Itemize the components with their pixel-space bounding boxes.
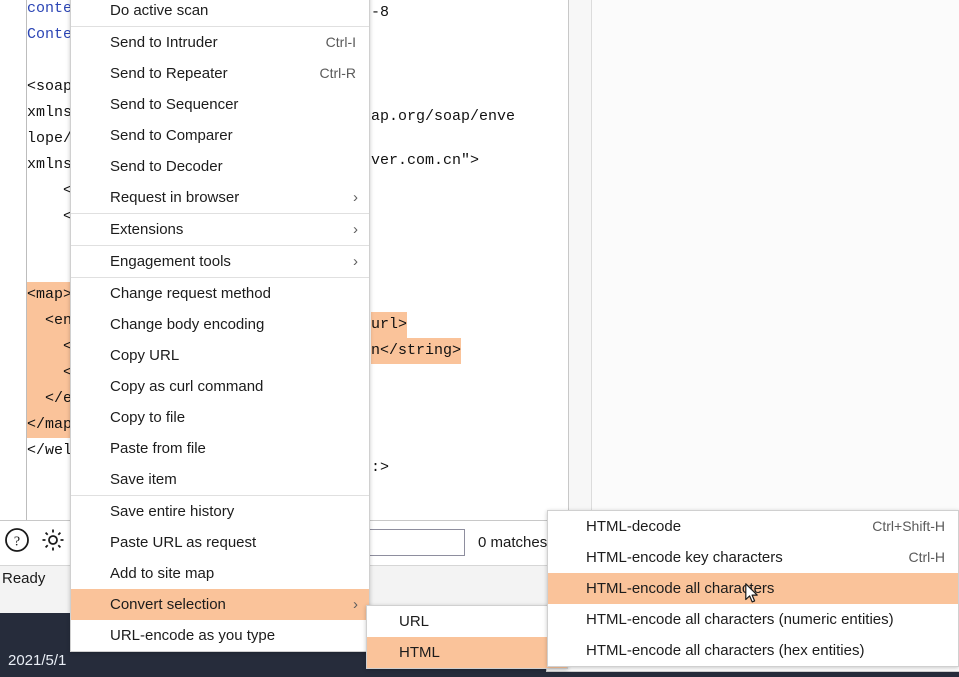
menu-item-paste-from-file[interactable]: Paste from file — [71, 433, 369, 464]
code-fragment: -8 — [371, 0, 389, 26]
menu-item-send-to-intruder[interactable]: Send to Intruder Ctrl-I — [71, 27, 369, 58]
convert-item-html[interactable]: HTML› — [367, 637, 567, 668]
html-item-html-encode-all-characters[interactable]: HTML-encode all characters — [548, 573, 958, 604]
menu-item-label: Save entire history — [110, 503, 234, 520]
code-fragment: :> — [371, 455, 389, 481]
match-count-label: 0 matches — [478, 529, 547, 556]
menu-item-paste-url-as-request[interactable]: Paste URL as request — [71, 527, 369, 558]
right-preview-pane — [569, 0, 959, 520]
menu-item-label: Send to Repeater — [110, 65, 228, 82]
menu-item-engagement-tools[interactable]: Engagement tools › — [71, 246, 369, 277]
menu-item-shortcut: Ctrl-H — [908, 542, 945, 573]
menu-item-send-to-decoder[interactable]: Send to Decoder — [71, 151, 369, 182]
menu-item-request-in-browser[interactable]: Request in browser › — [71, 182, 369, 213]
menu-item-label: Extensions — [110, 221, 183, 238]
menu-item-add-to-site-map[interactable]: Add to site map — [71, 558, 369, 589]
menu-item-label: Send to Intruder — [110, 34, 218, 51]
menu-item-label: HTML-encode all characters (numeric enti… — [586, 611, 894, 628]
chevron-right-icon: › — [353, 589, 358, 620]
menu-item-label: URL-encode as you type — [110, 627, 275, 644]
right-preview-pane-inner — [591, 0, 959, 520]
menu-item-label: Copy as curl command — [110, 378, 263, 395]
html-convert-submenu[interactable]: HTML-decodeCtrl+Shift-HHTML-encode key c… — [547, 510, 959, 667]
menu-item-shortcut: Ctrl-R — [319, 58, 356, 89]
menu-item-do-active-scan[interactable]: Do active scan — [71, 0, 369, 26]
menu-item-label: Copy URL — [110, 347, 179, 364]
convert-item-url[interactable]: URL› — [367, 606, 567, 637]
menu-item-label: Do active scan — [110, 2, 208, 19]
menu-item-label: Engagement tools — [110, 253, 231, 270]
chevron-right-icon: › — [353, 182, 358, 213]
menu-item-label: HTML-encode all characters — [586, 580, 774, 597]
menu-item-label: URL — [399, 613, 429, 630]
menu-item-convert-selection[interactable]: Convert selection › — [71, 589, 369, 620]
html-item-html-encode-all-characters-hex-entities[interactable]: HTML-encode all characters (hex entities… — [548, 635, 958, 666]
code-fragment: url> — [371, 312, 407, 338]
menu-item-label: Send to Comparer — [110, 127, 233, 144]
html-item-html-encode-all-characters-numeric-entities[interactable]: HTML-encode all characters (numeric enti… — [548, 604, 958, 635]
menu-item-label: HTML-encode all characters (hex entities… — [586, 642, 864, 659]
status-text: Ready — [2, 570, 45, 587]
menu-item-label: Change body encoding — [110, 316, 264, 333]
chevron-right-icon: › — [353, 214, 358, 245]
menu-item-label: Paste URL as request — [110, 534, 256, 551]
menu-item-label: Change request method — [110, 285, 271, 302]
menu-item-url-encode-as-you-type[interactable]: URL-encode as you type — [71, 620, 369, 651]
taskbar-clock[interactable]: 2021/5/1 — [8, 652, 66, 669]
menu-item-label: Save item — [110, 471, 177, 488]
code-fragment: n</string> — [371, 338, 461, 364]
screen: conteConte<soapxmlnslope/xmlns <s <s <<m… — [0, 0, 959, 677]
convert-selection-submenu[interactable]: URL›HTML› — [366, 605, 568, 669]
menu-item-label: Request in browser — [110, 189, 239, 206]
menu-item-shortcut: Ctrl-I — [326, 27, 356, 58]
html-item-html-encode-key-characters[interactable]: HTML-encode key characters Ctrl-H — [548, 542, 958, 573]
help-icon[interactable]: ? — [4, 527, 30, 558]
menu-item-label: HTML — [399, 644, 440, 661]
menu-item-shortcut: Ctrl+Shift-H — [872, 511, 945, 542]
svg-text:?: ? — [14, 535, 20, 550]
menu-item-save-item[interactable]: Save item — [71, 464, 369, 495]
code-fragment: ap.org/soap/enve — [371, 104, 515, 130]
menu-item-change-body-encoding[interactable]: Change body encoding — [71, 309, 369, 340]
menu-item-label: HTML-encode key characters — [586, 549, 783, 566]
code-fragment: ver.com.cn"> — [371, 148, 479, 174]
gear-icon[interactable] — [40, 527, 66, 558]
context-menu[interactable]: Do active scanSend to IntruderCtrl-ISend… — [70, 0, 370, 652]
menu-item-label: Copy to file — [110, 409, 185, 426]
menu-item-save-entire-history[interactable]: Save entire history — [71, 496, 369, 527]
menu-item-change-request-method[interactable]: Change request method — [71, 278, 369, 309]
menu-item-label: Convert selection — [110, 596, 226, 613]
menu-item-copy-to-file[interactable]: Copy to file — [71, 402, 369, 433]
chevron-right-icon: › — [353, 246, 358, 277]
menu-item-send-to-repeater[interactable]: Send to Repeater Ctrl-R — [71, 58, 369, 89]
menu-item-label: Paste from file — [110, 440, 206, 457]
menu-item-label: Send to Decoder — [110, 158, 223, 175]
menu-item-label: Send to Sequencer — [110, 96, 238, 113]
menu-item-copy-url[interactable]: Copy URL — [71, 340, 369, 371]
menu-item-copy-as-curl-command[interactable]: Copy as curl command — [71, 371, 369, 402]
html-item-html-decode[interactable]: HTML-decode Ctrl+Shift-H — [548, 511, 958, 542]
menu-item-label: Add to site map — [110, 565, 214, 582]
menu-item-label: HTML-decode — [586, 518, 681, 535]
menu-item-send-to-sequencer[interactable]: Send to Sequencer — [71, 89, 369, 120]
menu-item-send-to-comparer[interactable]: Send to Comparer — [71, 120, 369, 151]
status-bar-icons: ? — [4, 527, 66, 558]
menu-item-extensions[interactable]: Extensions › — [71, 214, 369, 245]
